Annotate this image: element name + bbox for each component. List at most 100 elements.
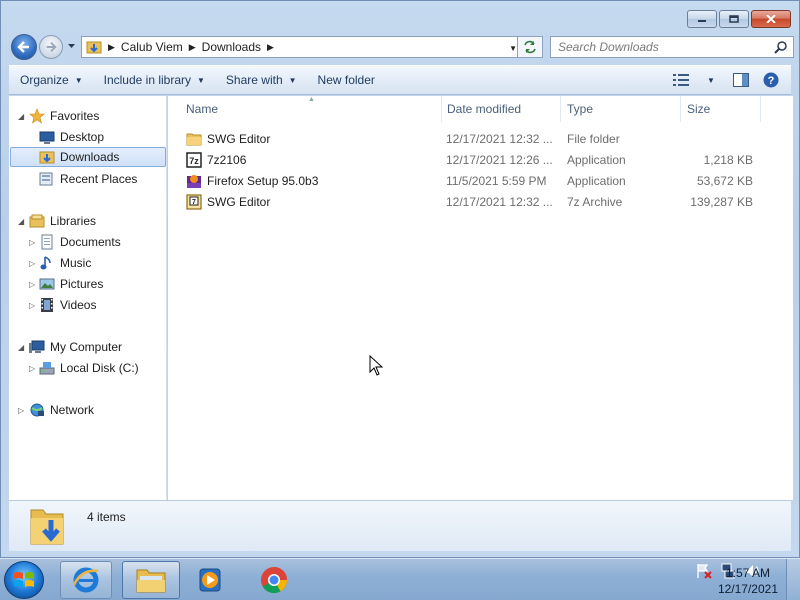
file-row[interactable]: 7 SWG Editor 12/17/2021 12:32 ... 7z Arc… bbox=[168, 191, 793, 212]
file-row[interactable]: SWG Editor 12/17/2021 12:32 ... File fol… bbox=[168, 128, 793, 149]
clock[interactable]: 1:57 AM 12/17/2021 bbox=[718, 565, 778, 597]
forward-button[interactable] bbox=[39, 35, 63, 59]
help-button[interactable]: ? bbox=[759, 69, 783, 91]
tree-pictures[interactable]: Pictures bbox=[39, 274, 103, 294]
file-size: 53,672 KB bbox=[696, 173, 753, 188]
minimize-button[interactable] bbox=[687, 10, 717, 28]
internet-explorer-icon bbox=[72, 567, 99, 593]
refresh-icon bbox=[524, 40, 536, 54]
taskbar-internet-explorer[interactable] bbox=[60, 561, 112, 599]
tree-desktop[interactable]: Desktop bbox=[39, 127, 104, 147]
expand-network-icon[interactable]: ▷ bbox=[18, 406, 24, 415]
breadcrumb-separator-icon[interactable]: ▶ bbox=[267, 42, 274, 53]
videos-icon bbox=[41, 298, 53, 312]
forward-arrow-icon bbox=[46, 42, 57, 52]
view-options-dropdown[interactable]: ▼ bbox=[699, 69, 723, 91]
local-disk-icon bbox=[39, 362, 55, 375]
tree-label: Documents bbox=[60, 235, 121, 249]
taskbar-media-player[interactable] bbox=[184, 561, 236, 599]
taskbar: 1:57 AM 12/17/2021 bbox=[0, 558, 800, 600]
column-header-size[interactable]: Size bbox=[681, 96, 761, 122]
column-header-label: Date modified bbox=[447, 102, 522, 116]
tree-documents[interactable]: Documents bbox=[39, 232, 121, 252]
tree-local-disk[interactable]: Local Disk (C:) bbox=[39, 358, 139, 378]
file-type: Application bbox=[567, 173, 626, 188]
file-date: 12/17/2021 12:32 ... bbox=[446, 194, 553, 209]
preview-pane-button[interactable] bbox=[729, 69, 753, 91]
navigation-row: ▶ Calub Viem ▶ Downloads ▶ ▼ bbox=[9, 34, 794, 60]
breadcrumb-label: Downloads bbox=[201, 40, 262, 54]
file-row[interactable]: 7z 7z2106 12/17/2021 12:26 ... Applicati… bbox=[168, 149, 793, 170]
tree-libraries[interactable]: Libraries bbox=[29, 211, 96, 231]
breadcrumb-separator-icon[interactable]: ▶ bbox=[108, 42, 115, 53]
breadcrumb-downloads[interactable]: Downloads bbox=[202, 40, 261, 54]
file-row[interactable]: Firefox Setup 95.0b3 11/5/2021 5:59 PM A… bbox=[168, 170, 793, 191]
tree-recent-places[interactable]: Recent Places bbox=[39, 169, 137, 189]
tree-network[interactable]: Network bbox=[29, 400, 94, 420]
breadcrumb-calub-viem[interactable]: Calub Viem bbox=[121, 40, 183, 54]
breadcrumb-separator-icon[interactable]: ▶ bbox=[189, 42, 196, 53]
taskbar-chrome[interactable] bbox=[248, 561, 300, 599]
maximize-button[interactable] bbox=[719, 10, 749, 28]
new-folder-button[interactable]: New folder bbox=[308, 68, 385, 92]
expand-music-icon[interactable]: ▷ bbox=[29, 259, 35, 268]
clock-time: 1:57 AM bbox=[725, 566, 770, 580]
include-in-library-menu[interactable]: Include in library ▼ bbox=[94, 68, 215, 92]
desktop-icon bbox=[39, 131, 55, 144]
collapse-computer-icon[interactable]: ◢ bbox=[18, 343, 24, 352]
tree-favorites[interactable]: Favorites bbox=[29, 106, 99, 126]
tree-my-computer[interactable]: My Computer bbox=[29, 337, 122, 357]
taskbar-windows-explorer[interactable] bbox=[122, 561, 180, 599]
search-input[interactable] bbox=[558, 40, 758, 54]
tree-label: Local Disk (C:) bbox=[60, 361, 139, 375]
libraries-icon bbox=[29, 214, 45, 228]
start-button[interactable] bbox=[4, 561, 44, 599]
column-header-type[interactable]: Type bbox=[561, 96, 681, 122]
tree-music[interactable]: Music bbox=[39, 253, 91, 273]
file-name-cell: Firefox Setup 95.0b3 bbox=[186, 170, 318, 191]
share-with-menu[interactable]: Share with ▼ bbox=[216, 68, 307, 92]
expand-local-disk-icon[interactable]: ▷ bbox=[29, 364, 35, 373]
search-icon[interactable] bbox=[774, 40, 788, 54]
file-date: 12/17/2021 12:26 ... bbox=[446, 152, 553, 167]
file-list-pane: Name ▲ Date modified Type Size SWG Edito… bbox=[168, 96, 793, 500]
collapse-libraries-icon[interactable]: ◢ bbox=[18, 217, 24, 226]
show-desktop-button[interactable] bbox=[786, 559, 800, 600]
downloads-folder-large-icon bbox=[30, 509, 64, 545]
recent-places-icon bbox=[39, 172, 53, 186]
tree-videos[interactable]: Videos bbox=[39, 295, 96, 315]
svg-text:?: ? bbox=[768, 75, 775, 87]
change-view-button[interactable] bbox=[669, 69, 693, 91]
minimize-icon bbox=[698, 20, 706, 22]
media-player-icon bbox=[199, 568, 221, 592]
svg-text:7z: 7z bbox=[189, 156, 199, 166]
refresh-button[interactable] bbox=[517, 36, 543, 58]
close-button[interactable] bbox=[751, 10, 791, 28]
expand-videos-icon[interactable]: ▷ bbox=[29, 301, 35, 310]
search-box[interactable] bbox=[550, 36, 794, 58]
column-header-date-modified[interactable]: Date modified bbox=[441, 96, 561, 122]
tree-label: My Computer bbox=[50, 340, 123, 354]
windows-explorer-icon bbox=[136, 569, 166, 593]
organize-label: Organize bbox=[20, 73, 69, 87]
file-type: File folder bbox=[567, 131, 620, 146]
file-date: 12/17/2021 12:32 ... bbox=[446, 131, 553, 146]
tree-downloads[interactable]: Downloads bbox=[10, 147, 166, 167]
network-icon bbox=[30, 403, 44, 417]
expand-documents-icon[interactable]: ▷ bbox=[29, 238, 35, 247]
maximize-icon bbox=[729, 15, 739, 23]
organize-menu[interactable]: Organize ▼ bbox=[10, 68, 93, 92]
address-bar[interactable]: ▶ Calub Viem ▶ Downloads ▶ ▼ bbox=[81, 36, 524, 58]
windows-logo-icon bbox=[14, 572, 34, 587]
expand-pictures-icon[interactable]: ▷ bbox=[29, 280, 35, 289]
back-button[interactable] bbox=[11, 34, 37, 60]
dropdown-arrow-icon: ▼ bbox=[707, 75, 715, 85]
action-center-icon[interactable] bbox=[696, 563, 712, 579]
details-view-icon bbox=[673, 74, 689, 86]
recent-pages-dropdown-icon[interactable] bbox=[67, 42, 76, 50]
file-name-cell: SWG Editor bbox=[186, 128, 270, 149]
collapse-favorites-icon[interactable]: ◢ bbox=[18, 112, 24, 121]
address-history-dropdown-icon[interactable]: ▼ bbox=[509, 44, 517, 53]
file-name-cell: 7 SWG Editor bbox=[186, 191, 270, 212]
column-header-label: Type bbox=[567, 102, 594, 116]
